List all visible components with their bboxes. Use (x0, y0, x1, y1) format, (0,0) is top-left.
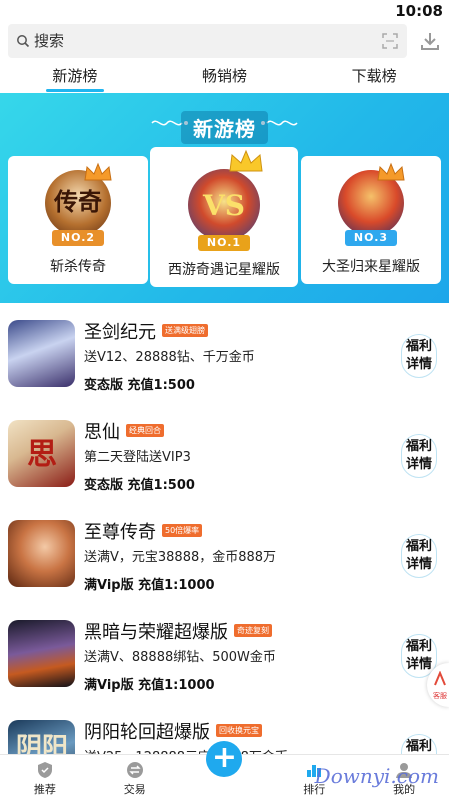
game-avatar: VS (188, 169, 260, 241)
game-tag: 送满级翅膀 (162, 323, 208, 337)
nav-label: 推荐 (33, 783, 56, 796)
rank-tabs: 新游榜 畅销榜 下载榜 (0, 62, 449, 92)
nav-label: 交易 (123, 783, 146, 796)
rank-ribbon: NO.3 (345, 230, 397, 246)
game-name: 至尊传奇 50倍爆率 (84, 518, 203, 544)
game-name: 黑暗与荣耀超爆版 奇迹复刻 (84, 618, 272, 644)
game-icon (8, 320, 75, 387)
game-desc: 送满V、88888绑钻、500W金币 (84, 650, 276, 665)
bottom-nav: 推荐 交易 + 排行 我的 Downyi.com (0, 741, 449, 800)
crown-icon (84, 162, 112, 181)
scan-icon[interactable] (381, 32, 399, 50)
search-row (8, 24, 441, 58)
rank-card-2[interactable]: 传奇 NO.2 斩杀传奇 (8, 156, 148, 284)
banner-title: 新游榜 (181, 111, 268, 144)
rank-card-1[interactable]: VS NO.1 西游奇遇记星耀版 (150, 147, 298, 287)
tab-best-selling[interactable]: 畅销榜 (150, 62, 300, 92)
list-item[interactable]: 圣剑纪元 送满级翅膀 送V12、28888钻、千万金币 变态版 充值1:500 福… (0, 312, 449, 412)
welfare-details-button[interactable]: 福利详情 (401, 434, 437, 478)
search-input[interactable] (34, 32, 381, 50)
top-rank-banner: 新游榜 传奇 NO.2 斩杀传奇 VS NO.1 西游奇遇记星耀版 NO.3 大… (0, 93, 449, 303)
tab-new-games[interactable]: 新游榜 (0, 62, 150, 92)
rank-card-3[interactable]: NO.3 大圣归来星耀版 (301, 156, 441, 284)
game-icon (8, 520, 75, 587)
list-item[interactable]: 黑暗与荣耀超爆版 奇迹复刻 送满V、88888绑钻、500W金币 满Vip版 充值… (0, 612, 449, 712)
search-icon (17, 35, 30, 48)
game-desc: 送满V，元宝38888，金币888万 (84, 550, 277, 565)
game-tag: 奇迹复刻 (234, 623, 272, 637)
rank-game-name: 斩杀传奇 (50, 259, 106, 275)
game-badge: 满Vip版 充值1:1000 (84, 674, 215, 693)
game-desc: 第二天登陆送VIP3 (84, 450, 191, 465)
plus-icon[interactable]: + (206, 741, 243, 777)
rank-ribbon: NO.2 (52, 230, 104, 246)
watermark: Downyi.com (314, 764, 439, 788)
trade-icon (126, 762, 143, 778)
game-badge: 满Vip版 充值1:1000 (84, 574, 215, 593)
rank-ribbon: NO.1 (198, 235, 250, 251)
game-tag: 经典回合 (126, 423, 164, 437)
rank-game-name: 大圣归来星耀版 (322, 259, 420, 275)
status-bar: 10:08 (0, 0, 449, 22)
status-time: 10:08 (395, 2, 443, 20)
crown-icon (377, 162, 405, 181)
game-icon (8, 620, 75, 687)
list-item[interactable]: 思 思仙 经典回合 第二天登陆送VIP3 变态版 充值1:500 福利 详情 (0, 412, 449, 512)
nav-recommend[interactable]: 推荐 (0, 755, 90, 800)
game-desc: 送V12、28888钻、千万金币 (84, 350, 255, 365)
crown-icon (229, 149, 263, 172)
game-tag: 回收换元宝 (216, 723, 262, 737)
side-float-label: 客服 (433, 692, 447, 700)
service-icon (434, 671, 446, 686)
game-name: 圣剑纪元 送满级翅膀 (84, 318, 208, 344)
welfare-details-button[interactable]: 福利详情 (401, 534, 437, 578)
search-box[interactable] (8, 24, 407, 58)
download-icon[interactable] (419, 30, 441, 52)
nav-add[interactable]: + (180, 741, 270, 800)
tab-downloads[interactable]: 下载榜 (299, 62, 449, 92)
game-badge: 变态版 充值1:500 (84, 474, 195, 493)
svg-text:传奇: 传奇 (53, 187, 102, 216)
shield-icon (37, 762, 52, 778)
rank-game-name: 西游奇遇记星耀版 (168, 262, 280, 278)
welfare-details-button[interactable]: 福利详情 (401, 334, 437, 378)
svg-text:VS: VS (202, 189, 245, 222)
game-name: 思仙 经典回合 (84, 418, 164, 444)
nav-trade[interactable]: 交易 (90, 755, 180, 800)
list-item[interactable]: 至尊传奇 50倍爆率 送满V，元宝38888，金币888万 满Vip版 充值1:1… (0, 512, 449, 612)
game-badge: 变态版 充值1:500 (84, 374, 195, 393)
game-tag: 50倍爆率 (162, 523, 203, 537)
svg-text:思: 思 (27, 437, 57, 472)
game-icon: 思 (8, 420, 75, 487)
